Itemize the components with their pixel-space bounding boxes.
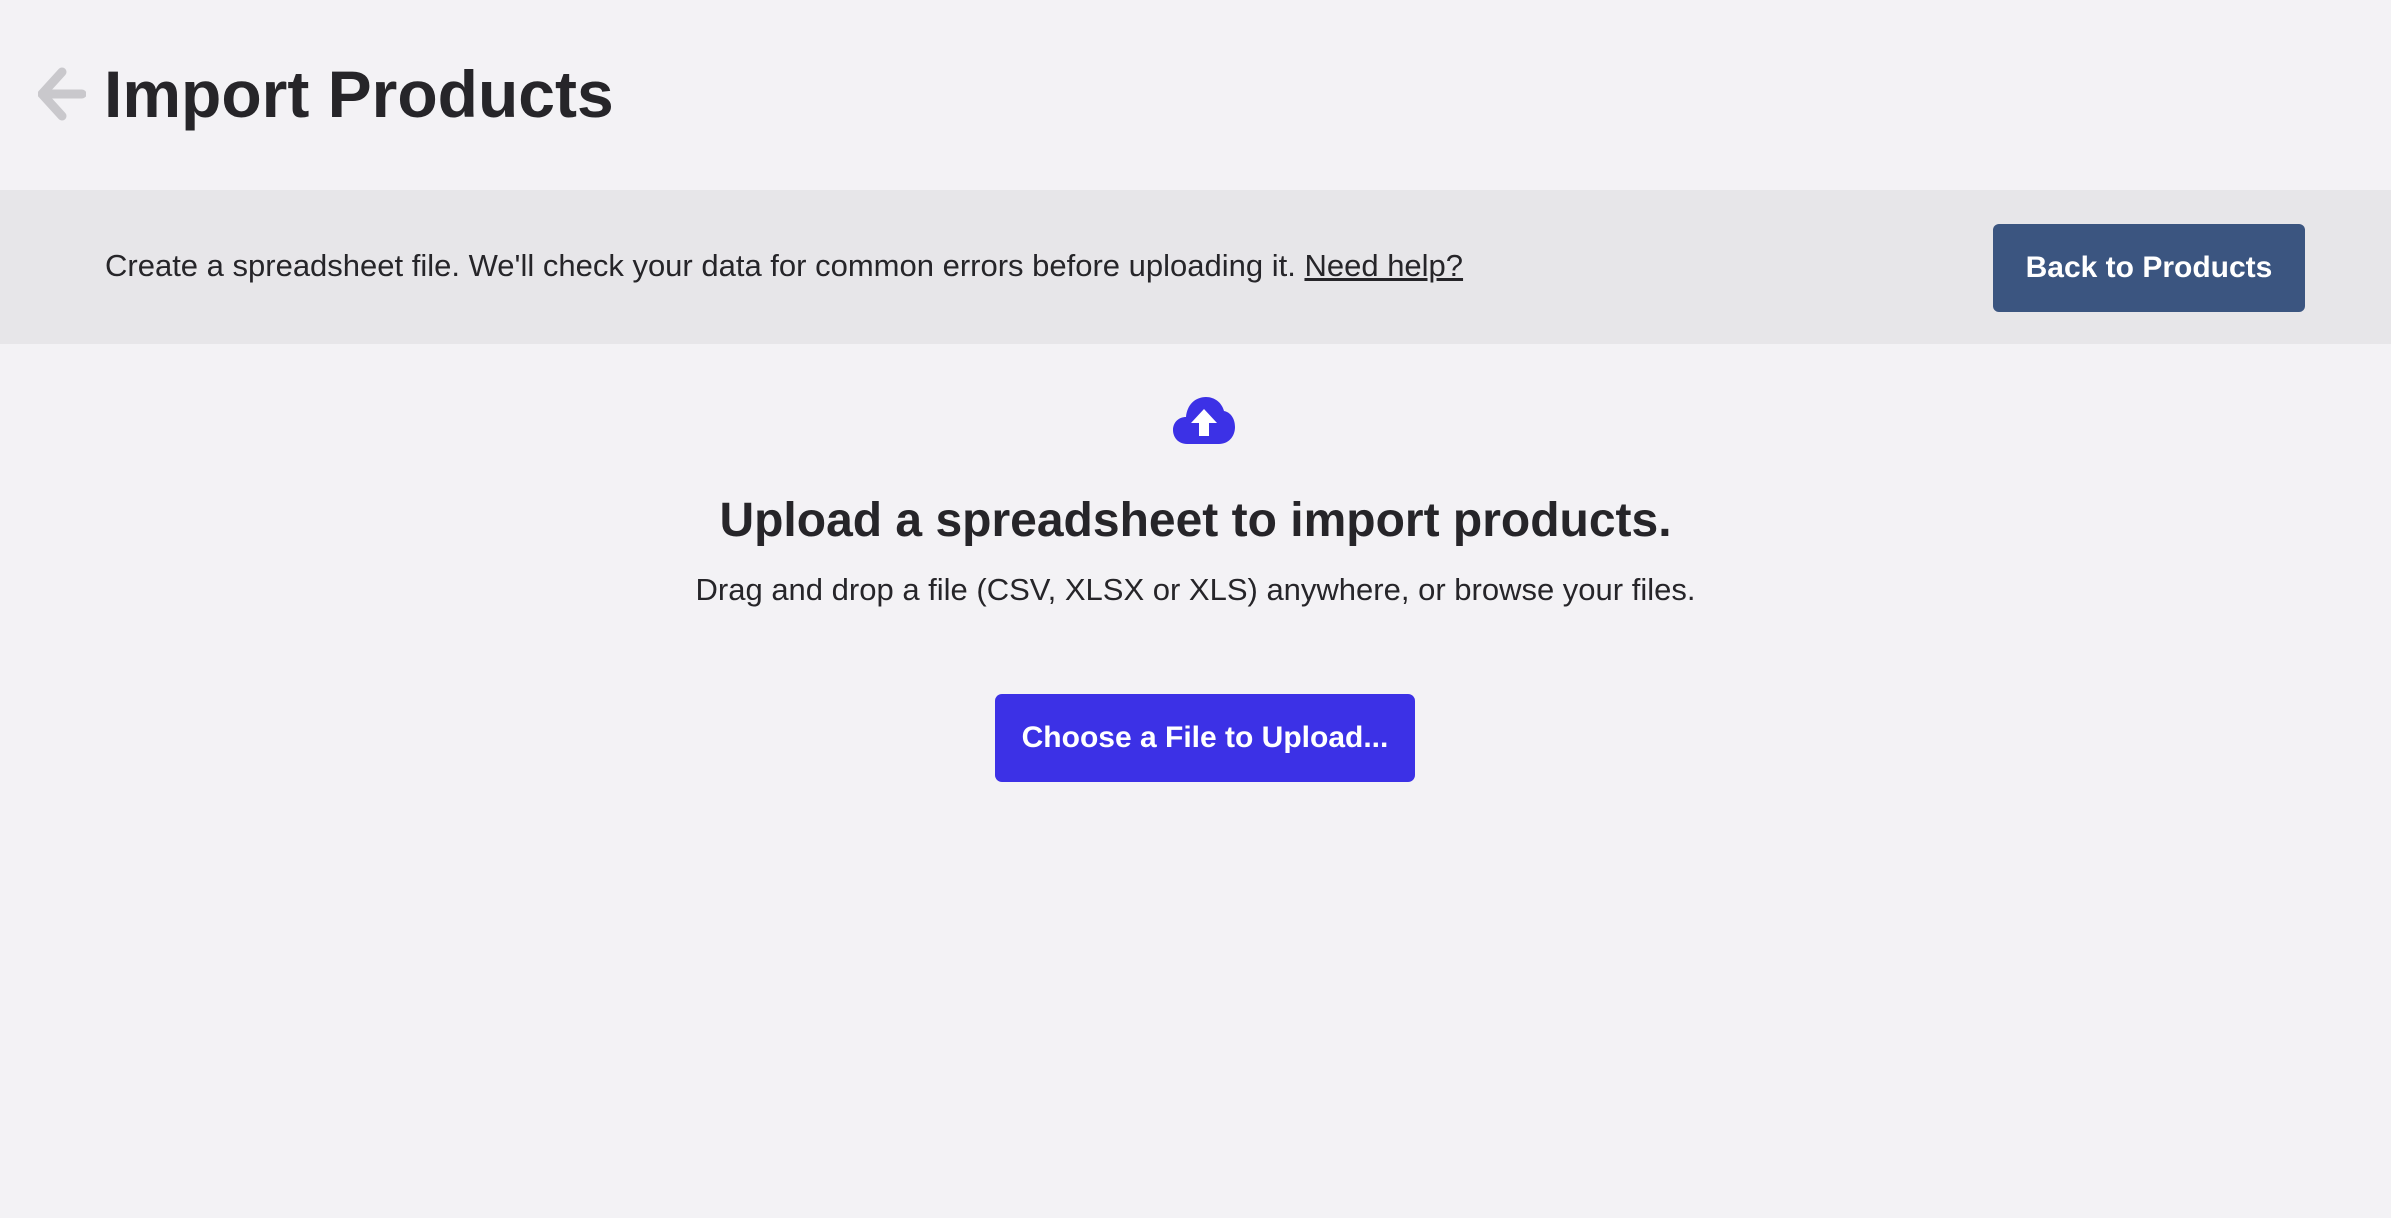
upload-instructions: Drag and drop a file (CSV, XLSX or XLS) … xyxy=(695,572,1696,607)
banner-text: Create a spreadsheet file. We'll check y… xyxy=(105,248,1296,283)
upload-dropzone[interactable]: Upload a spreadsheet to import products.… xyxy=(0,344,2391,1218)
cloud-upload-icon xyxy=(1173,394,1235,446)
page-header: Import Products xyxy=(0,0,2391,190)
banner-message: Create a spreadsheet file. We'll check y… xyxy=(105,246,1463,286)
need-help-link[interactable]: Need help? xyxy=(1304,248,1463,283)
import-products-page: Import Products Create a spreadsheet fil… xyxy=(0,0,2391,1218)
page-title: Import Products xyxy=(104,57,614,131)
info-banner: Create a spreadsheet file. We'll check y… xyxy=(0,190,2391,344)
upload-title: Upload a spreadsheet to import products. xyxy=(719,494,1672,547)
arrow-left-icon[interactable] xyxy=(37,66,87,122)
choose-file-button[interactable]: Choose a File to Upload... xyxy=(995,694,1415,782)
back-to-products-button[interactable]: Back to Products xyxy=(1993,224,2305,312)
